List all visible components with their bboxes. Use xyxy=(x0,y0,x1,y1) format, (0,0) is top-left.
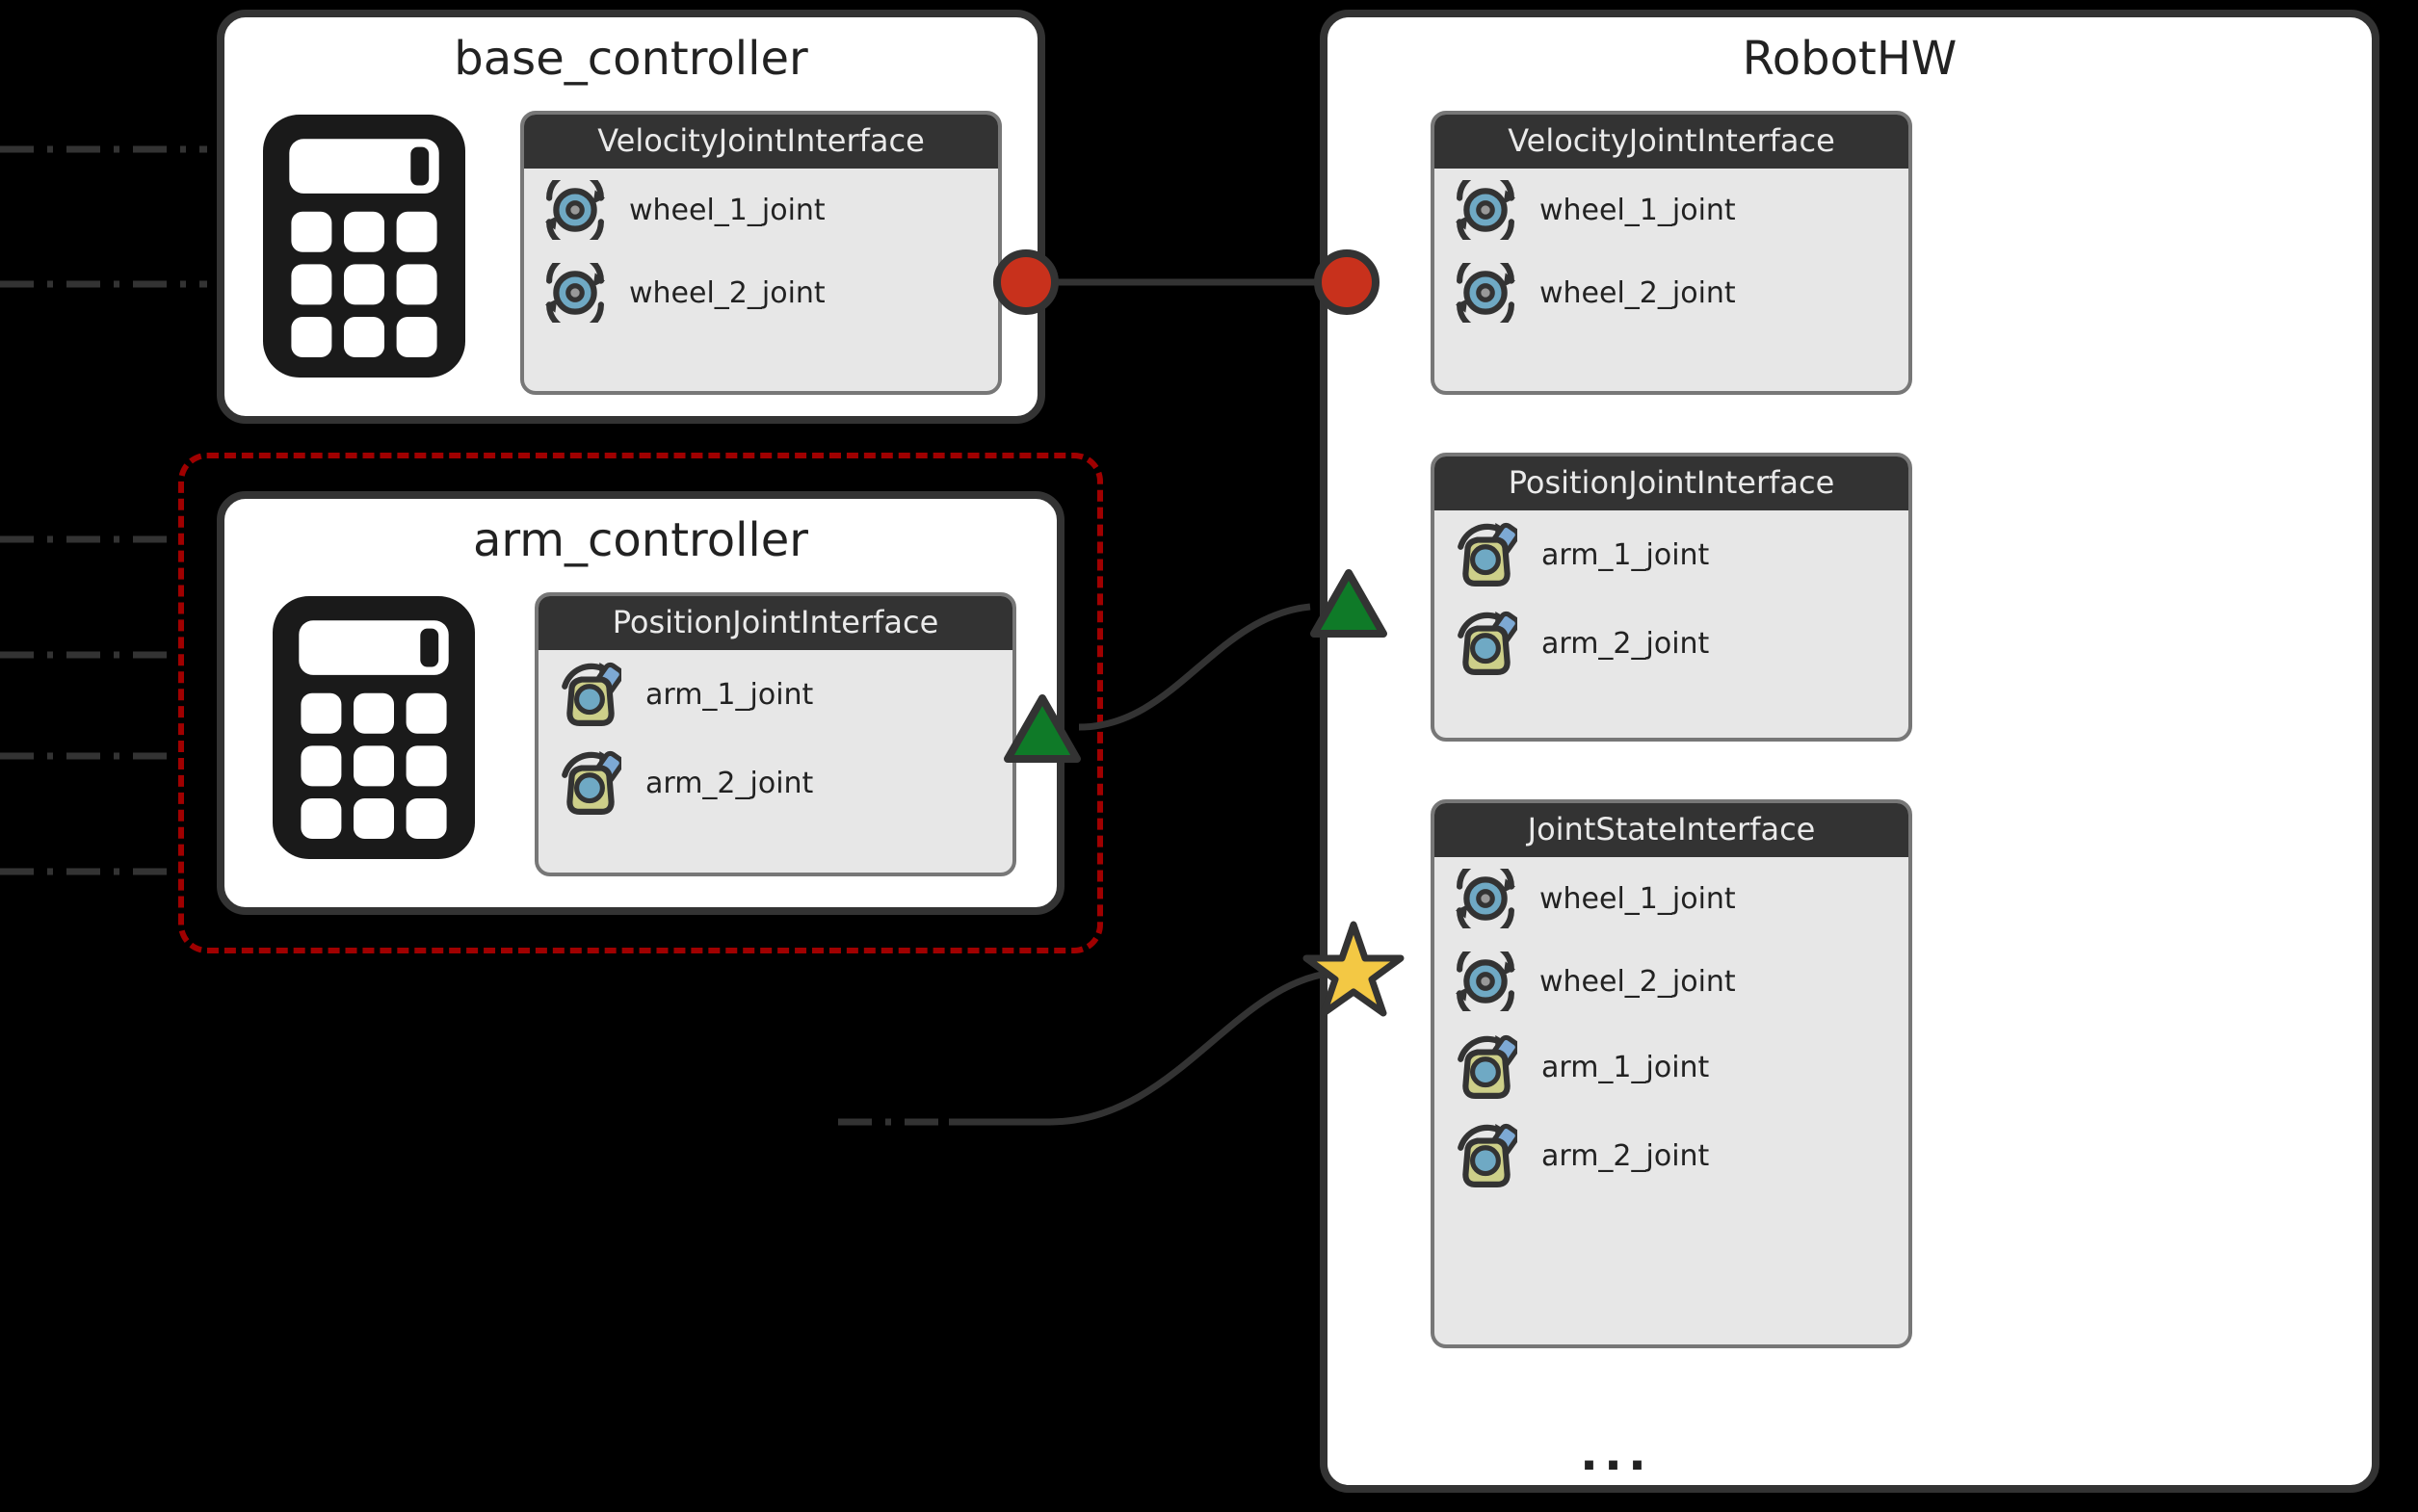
joint-label: arm_1_joint xyxy=(645,678,813,712)
interface-header: PositionJointInterface xyxy=(1434,456,1908,510)
joint-row: arm_2_joint xyxy=(539,739,1012,827)
joint-row: wheel_2_joint xyxy=(1434,251,1908,334)
joint-row: wheel_1_joint xyxy=(524,169,998,251)
wheel-joint-icon xyxy=(545,180,605,240)
joint-row: arm_1_joint xyxy=(539,650,1012,739)
calculator-icon xyxy=(263,114,465,378)
joint-label: wheel_2_joint xyxy=(1539,965,1736,999)
joint-label: wheel_2_joint xyxy=(1539,276,1736,310)
interface-header: VelocityJointInterface xyxy=(524,115,998,169)
joint-label: arm_1_joint xyxy=(1541,538,1709,572)
hw-position-interface: PositionJointInterface arm_1_joint arm_2… xyxy=(1431,453,1912,742)
joint-row: wheel_1_joint xyxy=(1434,169,1908,251)
joint-row: wheel_1_joint xyxy=(1434,857,1908,940)
joint-row: arm_2_joint xyxy=(1434,1111,1908,1200)
wheel-joint-icon xyxy=(1456,180,1515,240)
joint-label: arm_2_joint xyxy=(1541,1139,1709,1173)
arm-joint-icon xyxy=(1456,1123,1517,1188)
arm-joint-icon xyxy=(560,662,621,727)
wheel-joint-icon xyxy=(1456,869,1515,928)
joint-label: arm_1_joint xyxy=(1541,1051,1709,1084)
joint-row: arm_1_joint xyxy=(1434,1023,1908,1111)
joint-label: wheel_1_joint xyxy=(629,194,826,227)
joint-row: arm_1_joint xyxy=(1434,510,1908,599)
calculator-icon xyxy=(273,595,475,860)
wheel-joint-icon xyxy=(1456,263,1515,323)
hw-velocity-interface: VelocityJointInterface wheel_1_joint whe… xyxy=(1431,111,1912,395)
hw-jointstate-interface: JointStateInterface wheel_1_joint wheel_… xyxy=(1431,799,1912,1348)
joint-row: arm_2_joint xyxy=(1434,599,1908,688)
arm-controller-title: arm_controller xyxy=(253,513,1028,567)
joint-row: wheel_2_joint xyxy=(524,251,998,334)
arm-joint-icon xyxy=(1456,1034,1517,1100)
ellipsis: ... xyxy=(1580,1425,1652,1481)
wheel-joint-icon xyxy=(1456,952,1515,1011)
interface-header: JointStateInterface xyxy=(1434,803,1908,857)
joint-label: wheel_1_joint xyxy=(1539,882,1736,916)
joint-row: wheel_2_joint xyxy=(1434,940,1908,1023)
interface-header: PositionJointInterface xyxy=(539,596,1012,650)
arm-joint-icon xyxy=(1456,522,1517,587)
base-controller-title: base_controller xyxy=(253,32,1009,86)
wheel-joint-icon xyxy=(545,263,605,323)
robot-hw-title: RobotHW xyxy=(1356,32,2343,86)
joint-label: arm_2_joint xyxy=(645,767,813,800)
base-velocity-interface: VelocityJointInterface wheel_1_joint whe… xyxy=(520,111,1002,395)
arm-joint-icon xyxy=(1456,611,1517,676)
arm-joint-icon xyxy=(560,750,621,816)
joint-label: arm_2_joint xyxy=(1541,627,1709,661)
interface-header: VelocityJointInterface xyxy=(1434,115,1908,169)
arm-position-interface: PositionJointInterface arm_1_joint arm_2… xyxy=(535,592,1016,876)
joint-label: wheel_2_joint xyxy=(629,276,826,310)
joint-label: wheel_1_joint xyxy=(1539,194,1736,227)
